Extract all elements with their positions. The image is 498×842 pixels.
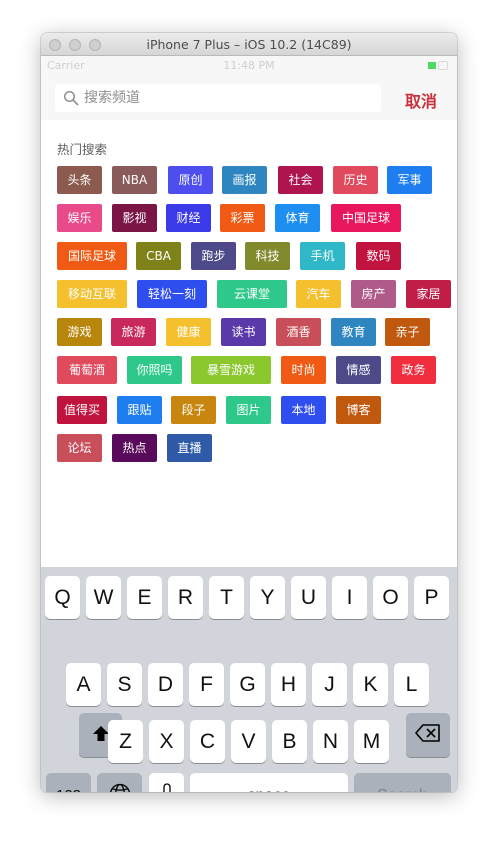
hot-tag[interactable]: 跑步 [191, 242, 236, 270]
hot-tag[interactable]: CBA [136, 242, 181, 270]
hot-tag[interactable]: 中国足球 [331, 204, 401, 232]
hot-tag[interactable]: 手机 [300, 242, 345, 270]
search-field[interactable] [55, 84, 381, 112]
key-y[interactable]: Y [250, 576, 285, 619]
hot-search-title: 热门搜索 [57, 142, 108, 157]
key-w[interactable]: W [86, 576, 121, 619]
window-title: iPhone 7 Plus – iOS 10.2 (14C89) [146, 37, 352, 52]
hot-tag[interactable]: 值得买 [57, 396, 107, 424]
hot-tag[interactable]: 论坛 [57, 434, 102, 462]
hot-tag[interactable]: 社会 [278, 166, 323, 194]
hot-tag[interactable]: 原创 [168, 166, 213, 194]
hot-tag[interactable]: NBA [112, 166, 157, 194]
key-g[interactable]: G [230, 663, 265, 706]
simulator-window: iPhone 7 Plus – iOS 10.2 (14C89) Carrier… [41, 33, 457, 792]
key-u[interactable]: U [291, 576, 326, 619]
hot-tag[interactable]: 历史 [333, 166, 378, 194]
hot-tag[interactable]: 葡萄酒 [57, 356, 117, 384]
hot-tag[interactable]: 时尚 [281, 356, 326, 384]
hot-tag[interactable]: 健康 [166, 318, 211, 346]
hot-tag[interactable]: 热点 [112, 434, 157, 462]
hot-tag[interactable]: 段子 [171, 396, 216, 424]
hot-tag[interactable]: 军事 [387, 166, 432, 194]
dictation-key[interactable] [149, 773, 184, 792]
hot-tag[interactable]: 房产 [351, 280, 396, 308]
hot-tag[interactable]: 直播 [167, 434, 212, 462]
globe-icon [109, 784, 130, 792]
hot-tag[interactable]: 数码 [356, 242, 401, 270]
key-q[interactable]: Q [45, 576, 80, 619]
hot-tag[interactable]: 画报 [222, 166, 267, 194]
key-v[interactable]: V [231, 720, 266, 763]
hot-tag[interactable]: 你照吗 [127, 356, 182, 384]
hot-tag[interactable]: 科技 [245, 242, 290, 270]
hot-tag[interactable]: 娱乐 [57, 204, 102, 232]
hot-tag[interactable]: 财经 [166, 204, 211, 232]
hot-tag[interactable]: 本地 [281, 396, 326, 424]
hot-tag[interactable]: 轻松一刻 [137, 280, 207, 308]
search-key[interactable]: Search [354, 773, 451, 792]
hot-tag[interactable]: 旅游 [111, 318, 156, 346]
key-t[interactable]: T [209, 576, 244, 619]
hot-tag[interactable]: 政务 [391, 356, 436, 384]
search-navbar: 取消 [41, 76, 457, 120]
hot-tag[interactable]: 亲子 [385, 318, 430, 346]
space-key[interactable]: space [190, 773, 348, 792]
key-x[interactable]: X [149, 720, 184, 763]
shift-icon [92, 725, 109, 741]
window-titlebar: iPhone 7 Plus – iOS 10.2 (14C89) [41, 33, 457, 56]
key-s[interactable]: S [107, 663, 142, 706]
hot-tag[interactable]: 家居 [406, 280, 451, 308]
key-l[interactable]: L [394, 663, 429, 706]
hot-tag[interactable]: 跟贴 [117, 396, 162, 424]
key-m[interactable]: M [354, 720, 389, 763]
key-n[interactable]: N [313, 720, 348, 763]
hot-tag[interactable]: 教育 [331, 318, 376, 346]
key-e[interactable]: E [127, 576, 162, 619]
key-h[interactable]: H [271, 663, 306, 706]
key-j[interactable]: J [312, 663, 347, 706]
hot-tag[interactable]: 体育 [275, 204, 320, 232]
backspace-icon [415, 724, 440, 743]
hot-tag[interactable]: 移动互联 [57, 280, 127, 308]
key-r[interactable]: R [168, 576, 203, 619]
search-input[interactable] [84, 84, 374, 112]
key-d[interactable]: D [148, 663, 183, 706]
key-a[interactable]: A [66, 663, 101, 706]
backspace-key[interactable] [406, 713, 450, 757]
hot-tag[interactable]: 酒香 [276, 318, 321, 346]
key-c[interactable]: C [190, 720, 225, 763]
hot-tag[interactable]: 国际足球 [57, 242, 127, 270]
hot-tag[interactable]: 游戏 [57, 318, 102, 346]
search-icon [63, 90, 79, 106]
status-time: 11:48 PM [223, 59, 275, 72]
numbers-key[interactable]: 123 [46, 773, 91, 792]
hot-tag[interactable]: 云课堂 [217, 280, 287, 308]
cancel-button[interactable]: 取消 [405, 88, 437, 112]
microphone-icon [162, 783, 171, 792]
key-p[interactable]: P [414, 576, 449, 619]
status-bar: Carrier 11:48 PM [41, 56, 457, 76]
key-i[interactable]: I [332, 576, 367, 619]
key-b[interactable]: B [272, 720, 307, 763]
hot-tag[interactable]: 情感 [336, 356, 381, 384]
hot-tag[interactable]: 博客 [336, 396, 381, 424]
hot-tag[interactable]: 影视 [112, 204, 157, 232]
hot-tag[interactable]: 汽车 [296, 280, 341, 308]
battery-icon [428, 61, 450, 70]
hot-tag[interactable]: 彩票 [220, 204, 265, 232]
key-k[interactable]: K [353, 663, 388, 706]
globe-key[interactable] [97, 773, 142, 792]
hot-tag[interactable]: 读书 [221, 318, 266, 346]
key-o[interactable]: O [373, 576, 408, 619]
hot-tag[interactable]: 暴雪游戏 [191, 356, 271, 384]
hot-tag[interactable]: 头条 [57, 166, 102, 194]
hot-tag[interactable]: 图片 [226, 396, 271, 424]
keyboard: 123 space Search QWERTYUIOP ASDFGHJKL ZXCV… [41, 567, 457, 792]
key-z[interactable]: Z [108, 720, 143, 763]
key-f[interactable]: F [189, 663, 224, 706]
